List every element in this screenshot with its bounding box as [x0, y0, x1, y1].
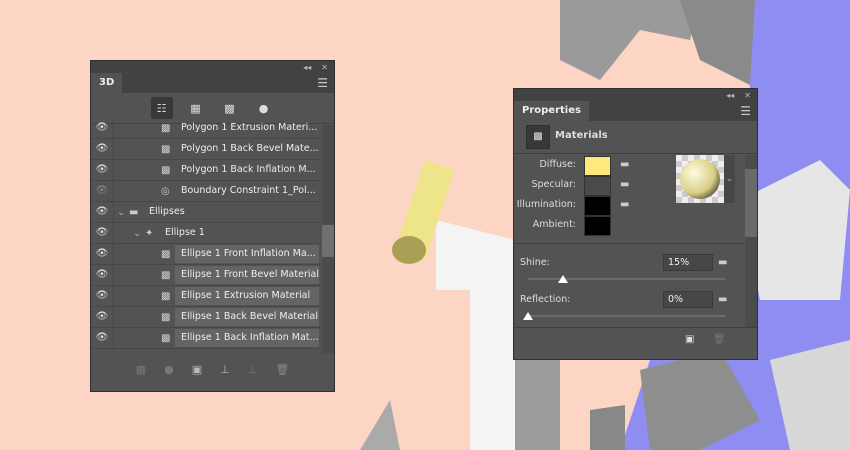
visibility-eye-icon[interactable]: 👁 — [91, 265, 114, 285]
reflection-slider[interactable] — [528, 315, 725, 317]
visibility-eye-icon[interactable]: 👁 — [91, 223, 114, 243]
material-icon: ▩ — [161, 332, 171, 344]
scrollbar[interactable] — [322, 125, 334, 353]
visibility-eye-icon[interactable]: 👁 — [91, 118, 114, 138]
expand-chevron-icon[interactable]: ⌄ — [117, 207, 125, 218]
specular-swatch[interactable] — [584, 176, 611, 196]
diffuse-swatch[interactable] — [584, 156, 611, 176]
visibility-eye-icon[interactable]: 👁 — [91, 244, 114, 264]
layer-row[interactable]: 👁 ◎ Boundary Constraint 1_Pol... — [91, 181, 334, 202]
new-light-icon[interactable]: ● — [164, 363, 174, 376]
layer-row[interactable]: 👁 ▩ Ellipse 1 Back Inflation Mat... — [91, 328, 334, 349]
layer-name: Boundary Constraint 1_Pol... — [181, 185, 316, 196]
expand-chevron-icon[interactable]: ⌄ — [133, 228, 141, 239]
layer-row[interactable]: 👁 ⌄ ▬ Ellipses — [91, 202, 334, 223]
layer-name: Polygon 1 Back Inflation M... — [181, 164, 316, 175]
panel-menu-icon[interactable]: ☰ — [740, 101, 757, 121]
illumination-texture-folder-icon[interactable]: ▬ — [620, 199, 629, 210]
scene-icon[interactable]: ☷ — [150, 97, 173, 119]
reflection-input[interactable]: 0% — [663, 291, 713, 308]
reflection-slider-thumb[interactable] — [523, 312, 533, 320]
scrollbar[interactable] — [745, 155, 757, 327]
drop-to-ground-icon[interactable]: ⊥ — [220, 363, 230, 376]
visibility-eye-icon[interactable]: 👁 — [91, 181, 114, 201]
close-icon[interactable]: ✕ — [321, 63, 328, 72]
properties-panel: ◂◂ ✕ Properties ☰ ▩ Materials Diffuse: Spe… — [513, 88, 758, 360]
material-icon: ▩ — [161, 143, 171, 155]
visibility-eye-icon[interactable]: 👁 — [91, 286, 114, 306]
visibility-eye-icon[interactable]: 👁 — [91, 202, 114, 222]
materials-icon: ▩ — [526, 125, 550, 149]
material-icon: ▩ — [161, 311, 171, 323]
panel-menu-icon[interactable]: ☰ — [317, 73, 334, 93]
render-icon[interactable]: ▣ — [685, 334, 694, 345]
material-picker-dropdown[interactable]: ⌄ — [724, 155, 735, 203]
layer-row[interactable]: 👁 ▩ Ellipse 1 Front Inflation Ma... — [91, 244, 334, 265]
material-icon: ▩ — [161, 248, 171, 260]
materials-icon[interactable]: ▩ — [219, 97, 241, 119]
layer-name: Polygon 1 Extrusion Materi... — [181, 122, 318, 133]
layer-name: Ellipses — [149, 206, 185, 217]
layer-row[interactable]: 👁 ⌄ ✦ Ellipse 1 — [91, 223, 334, 244]
collapse-icon[interactable]: ◂◂ — [726, 91, 734, 100]
collapse-icon[interactable]: ◂◂ — [303, 63, 311, 72]
visibility-eye-icon[interactable]: 👁 — [91, 328, 114, 348]
mesh-icon[interactable]: ▦ — [136, 363, 146, 376]
render-icon[interactable]: ▣ — [192, 363, 202, 376]
delete-icon[interactable]: 🗑 — [275, 363, 289, 376]
shine-input[interactable]: 15% — [663, 254, 713, 271]
diffuse-texture-folder-icon[interactable]: ▬ — [620, 159, 629, 170]
group-icon: ▬ — [129, 206, 139, 218]
tab-properties[interactable]: Properties — [514, 101, 589, 121]
specular-texture-folder-icon[interactable]: ▬ — [620, 179, 629, 190]
close-icon[interactable]: ✕ — [744, 91, 751, 100]
layer-row[interactable]: 👁◎Boundary Constraint 1_Elli... — [91, 349, 334, 350]
layer-row[interactable]: 👁 ▩ Ellipse 1 Front Bevel Material — [91, 265, 334, 286]
material-icon: ▩ — [161, 164, 171, 176]
visibility-eye-icon[interactable]: 👁 — [91, 139, 114, 159]
layer-name: Polygon 1 Back Bevel Mate... — [181, 143, 319, 154]
layer-name: Ellipse 1 Front Inflation Ma... — [175, 245, 319, 263]
layer-name: Ellipse 1 Back Bevel Material — [175, 308, 319, 326]
illumination-swatch[interactable] — [584, 196, 611, 216]
mesh-icon[interactable]: ▦ — [185, 97, 207, 119]
layer-row[interactable]: 👁 ▩ Polygon 1 Back Bevel Mate... — [91, 139, 334, 160]
reflection-texture-folder-icon[interactable]: ▬ — [718, 294, 727, 305]
shine-texture-folder-icon[interactable]: ▬ — [718, 257, 727, 268]
shine-slider-thumb[interactable] — [558, 275, 569, 283]
layer-row[interactable]: 👁 ▩ Polygon 1 Back Inflation M... — [91, 160, 334, 181]
layer-name: Ellipse 1 Front Bevel Material — [175, 266, 319, 284]
section-title: Materials — [555, 130, 608, 141]
delete-icon[interactable]: 🗑 — [713, 334, 726, 345]
mesh-icon: ✦ — [145, 227, 154, 239]
visibility-eye-icon[interactable]: 👁 — [91, 349, 114, 350]
ambient-swatch[interactable] — [584, 216, 611, 236]
material-icon: ▩ — [161, 122, 171, 134]
layer-row[interactable]: 👁 ▩ Polygon 1 Extrusion Materi... — [91, 118, 334, 139]
visibility-eye-icon[interactable]: 👁 — [91, 307, 114, 327]
layer-row[interactable]: 👁 ▩ Ellipse 1 Back Bevel Material — [91, 307, 334, 328]
material-icon: ▩ — [161, 269, 171, 281]
material-preview[interactable] — [676, 155, 724, 203]
visibility-eye-icon[interactable]: 👁 — [91, 160, 114, 180]
layer-name: Ellipse 1 — [165, 227, 205, 238]
material-icon: ▩ — [161, 290, 171, 302]
layer-name: Ellipse 1 Extrusion Material — [175, 287, 319, 305]
layer-name: Ellipse 1 Back Inflation Mat... — [175, 329, 319, 347]
light-icon[interactable]: ● — [253, 97, 275, 119]
tab-3d[interactable]: 3D — [91, 73, 123, 93]
3d-panel: ◂◂ ✕ 3D ☰ ☷ ▦ ▩ ● 👁 ▩ Polygon 1 Extrusion Ma… — [90, 60, 335, 392]
drop-disabled-icon[interactable]: ⊥ — [248, 363, 258, 376]
constraint-icon: ◎ — [161, 185, 170, 197]
layer-row[interactable]: 👁 ▩ Ellipse 1 Extrusion Material — [91, 286, 334, 307]
